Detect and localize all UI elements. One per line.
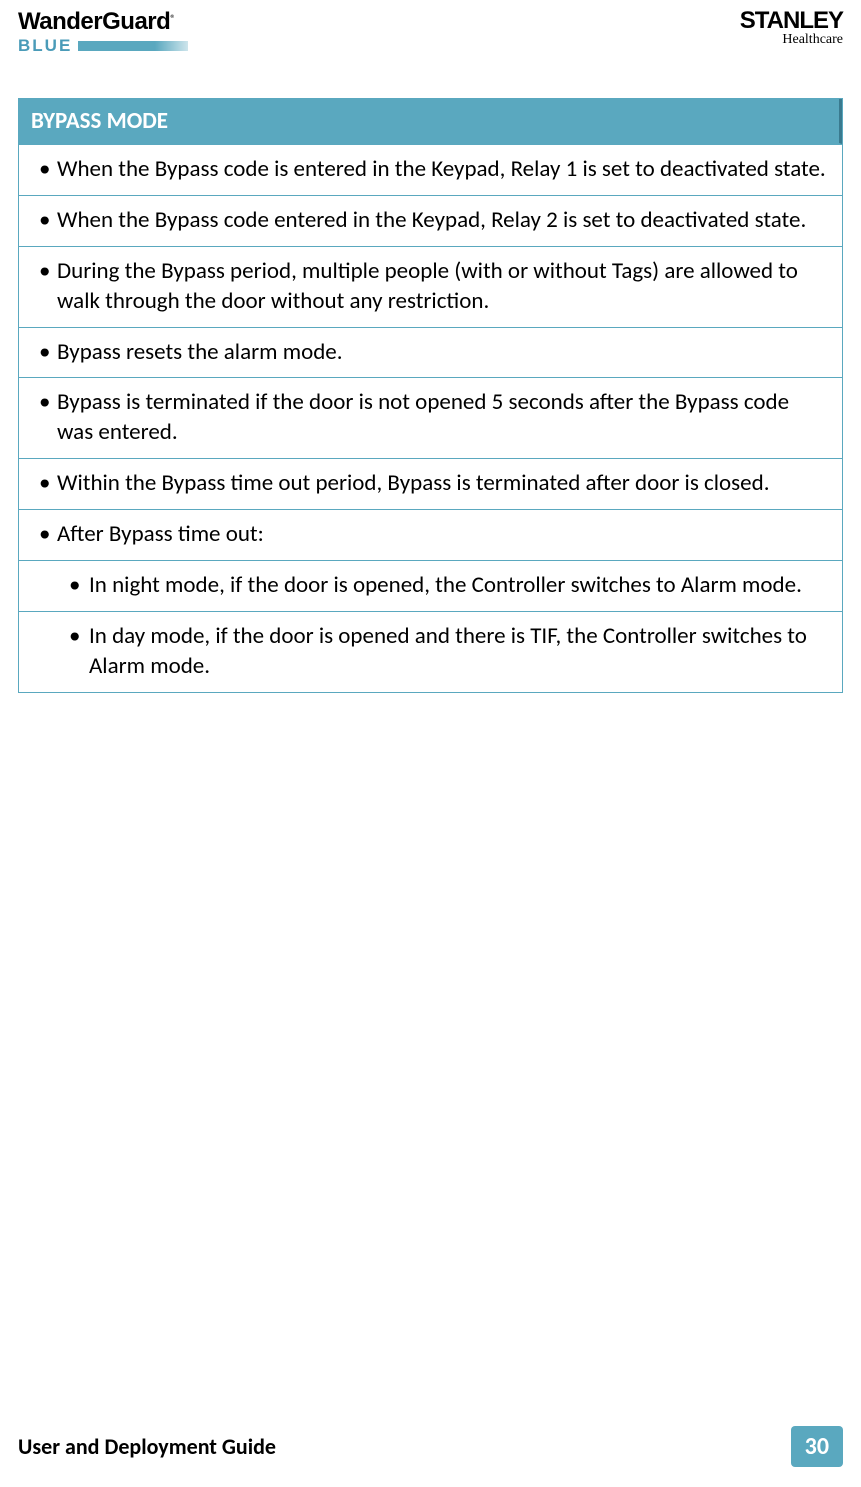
table-title: BYPASS MODE [19, 99, 842, 144]
page-footer: User and Deployment Guide 30 [18, 1426, 843, 1467]
table-row: During the Bypass period, multiple peopl… [19, 246, 842, 327]
table-row: Within the Bypass time out period, Bypas… [19, 458, 842, 509]
table-row: Bypass is terminated if the door is not … [19, 377, 842, 458]
table-row: When the Bypass code is entered in the K… [19, 144, 842, 195]
table-row: Bypass resets the alarm mode. [19, 327, 842, 378]
wanderguard-logo: WanderGuard® BLUE [18, 10, 188, 56]
brand-name: WanderGuard [18, 8, 170, 35]
table-row: After Bypass time out: [19, 509, 842, 560]
bypass-mode-table: BYPASS MODE When the Bypass code is ente… [18, 98, 843, 693]
company-name: STANLEY [740, 10, 843, 32]
table-row: In night mode, if the door is opened, th… [19, 560, 842, 611]
brand-accent-bar [78, 41, 188, 51]
page-number: 30 [791, 1426, 843, 1467]
table-row: When the Bypass code entered in the Keyp… [19, 195, 842, 246]
page-header: WanderGuard® BLUE STANLEY Healthcare [18, 10, 843, 68]
table-row: In day mode, if the door is opened and t… [19, 611, 842, 692]
stanley-logo: STANLEY Healthcare [740, 10, 843, 48]
brand-subtitle: BLUE [18, 36, 72, 56]
footer-guide-text: User and Deployment Guide [18, 1433, 276, 1460]
registered-mark: ® [170, 13, 176, 26]
